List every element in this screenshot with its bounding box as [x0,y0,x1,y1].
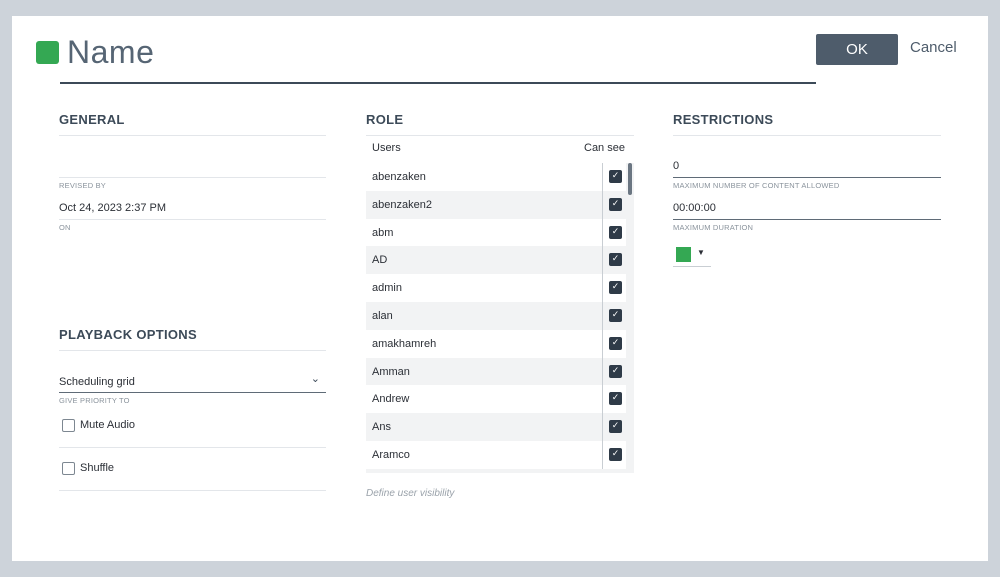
check-icon[interactable]: ✓ [609,253,622,267]
divider [59,219,326,220]
revised-on-value: Oct 24, 2023 2:37 PM [59,202,167,214]
list-item[interactable]: amakhamreh ✓ [366,329,634,358]
divider [602,218,603,247]
divider [602,440,603,469]
ok-button[interactable]: OK [816,34,898,65]
mute-audio-label: Mute Audio [80,419,136,431]
check-icon[interactable]: ✓ [609,225,622,239]
user-visibility-list[interactable]: abenzaken ✓ abenzaken2 ✓ abm ✓ AD ✓ admi… [366,163,634,473]
cancel-button[interactable]: Cancel [910,39,957,56]
priority-select[interactable]: Scheduling grid ⌄ [59,371,326,393]
color-swatch [36,41,59,64]
list-item[interactable]: Ans ✓ [366,413,634,441]
check-icon[interactable]: ✓ [609,392,622,406]
list-item[interactable]: Amman ✓ [366,357,634,386]
name-input[interactable]: Name [67,34,154,71]
priority-select-value: Scheduling grid [59,376,135,388]
user-name: amakhamreh [372,337,437,350]
divider [602,274,603,302]
user-name: Amman [372,365,410,378]
color-swatch [676,247,691,262]
max-content-field[interactable]: 0 [673,156,941,178]
max-duration-label: MAXIMUM DURATION [673,223,754,232]
divider [59,177,326,178]
general-heading: GENERAL [59,112,125,127]
edit-dialog: Name OK Cancel GENERAL REVISED BY Oct 24… [12,16,988,561]
title-underline [60,82,816,84]
user-name: alan [372,309,393,322]
user-name: Andrew [372,393,410,406]
list-item[interactable]: Andrew ✓ [366,385,634,414]
shuffle-checkbox[interactable] [62,462,75,475]
divider [602,163,603,191]
caret-down-icon: ▼ [697,248,705,257]
color-picker[interactable]: ▼ [673,245,711,267]
shuffle-label: Shuffle [80,462,115,474]
divider [59,135,326,136]
divider [366,135,634,136]
user-name: admin [372,282,402,295]
user-name: abm [372,226,394,239]
max-content-label: MAXIMUM NUMBER OF CONTENT ALLOWED [673,181,840,190]
can-see-column-header: Can see [584,142,625,154]
scrollbar-thumb[interactable] [628,163,632,195]
chevron-down-icon: ⌄ [310,373,320,385]
list-item[interactable]: abenzaken ✓ [366,163,634,191]
priority-label: GIVE PRIORITY TO [59,396,130,405]
max-duration-value: 00:00:00 [673,202,716,214]
list-item[interactable]: abm ✓ [366,218,634,247]
check-icon[interactable]: ✓ [609,447,622,461]
divider [602,385,603,414]
restrictions-heading: RESTRICTIONS [673,112,774,127]
divider [602,190,603,219]
user-visibility-hint: Define user visibility [366,488,455,499]
divider [602,329,603,358]
divider [602,301,603,330]
check-icon[interactable]: ✓ [609,170,622,183]
scrollbar[interactable] [626,163,634,473]
user-name: Aramco [372,448,410,461]
playback-options-heading: PLAYBACK OPTIONS [59,327,197,342]
user-name: Ans [372,421,391,434]
divider [602,357,603,386]
check-icon[interactable]: ✓ [609,420,622,434]
shuffle-option[interactable]: Shuffle [59,449,326,491]
list-item[interactable]: alan ✓ [366,301,634,330]
mute-audio-checkbox[interactable] [62,419,75,432]
mute-audio-option[interactable]: Mute Audio [59,406,326,448]
check-icon[interactable]: ✓ [609,336,622,350]
check-icon[interactable]: ✓ [609,197,622,211]
user-name: AD [372,254,388,267]
list-item [366,468,634,473]
user-name: abenzaken2 [372,198,432,211]
check-icon[interactable]: ✓ [609,308,622,322]
divider [673,135,941,136]
users-column-header: Users [372,142,401,154]
revised-by-label: REVISED BY [59,181,107,190]
role-heading: ROLE [366,112,404,127]
list-item[interactable]: abenzaken2 ✓ [366,190,634,219]
list-item[interactable]: AD ✓ [366,246,634,275]
divider [602,246,603,275]
list-item[interactable]: Aramco ✓ [366,440,634,469]
max-content-value: 0 [673,160,680,172]
check-icon[interactable]: ✓ [609,364,622,378]
divider [59,350,326,351]
list-item[interactable]: admin ✓ [366,274,634,302]
divider [602,413,603,441]
on-label: ON [59,223,71,232]
check-icon[interactable]: ✓ [609,281,622,295]
user-name: abenzaken [372,171,426,183]
max-duration-field[interactable]: 00:00:00 [673,198,941,220]
